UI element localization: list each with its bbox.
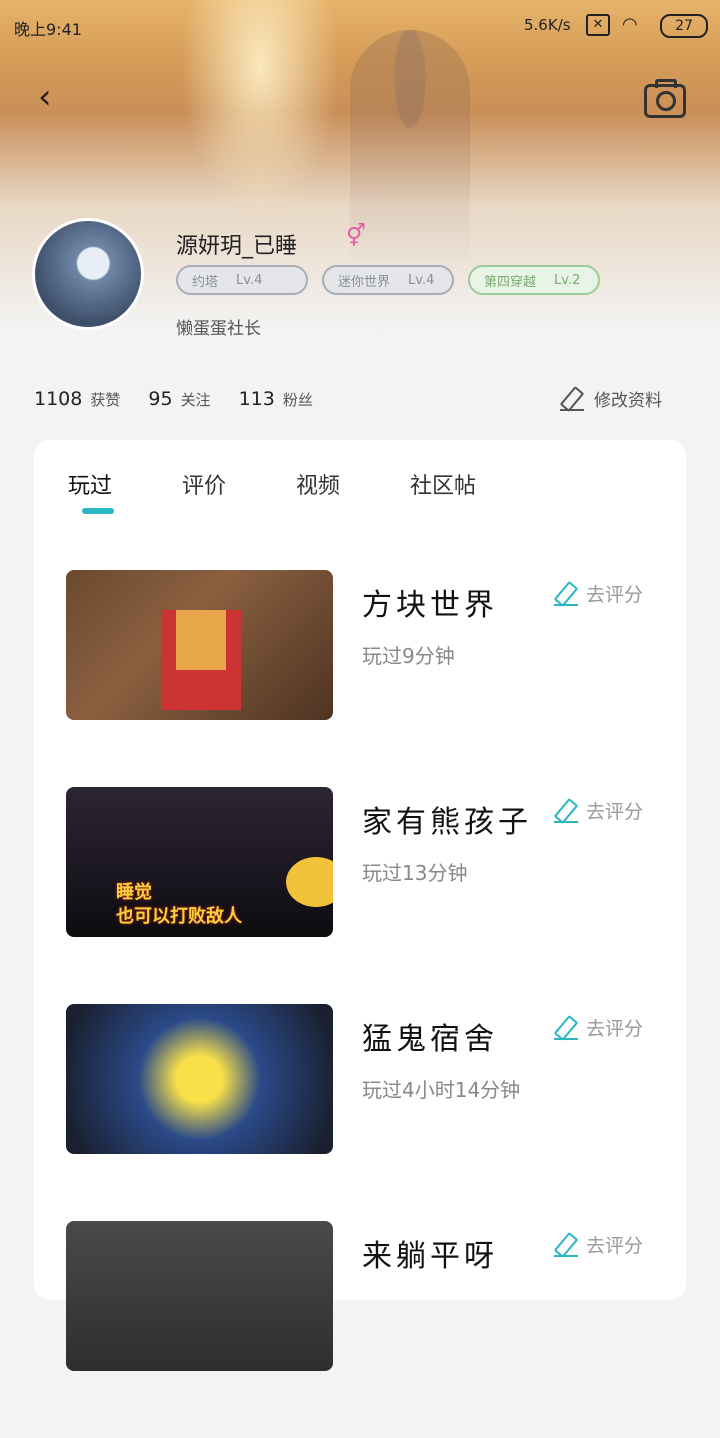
- game-thumbnail[interactable]: 睡觉 也可以打败敌人: [66, 787, 333, 937]
- game-name: 家有熊孩子: [362, 805, 532, 840]
- game-list: 方块世界 去评分 玩过9分钟 睡觉 也可以打败敌人 家有熊孩子 去评分 玩过13…: [66, 570, 666, 1438]
- rate-button[interactable]: 去评分: [554, 1231, 643, 1258]
- pencil-icon: [554, 1233, 578, 1257]
- tab-reviews[interactable]: 评价: [182, 468, 226, 500]
- rate-label: 去评分: [586, 1235, 644, 1257]
- battery-icon: 27: [660, 14, 708, 38]
- list-item[interactable]: 方块世界 去评分 玩过9分钟: [66, 570, 666, 720]
- badge-name: 第四穿越: [484, 274, 537, 290]
- rate-button[interactable]: 去评分: [554, 1014, 643, 1041]
- badge-level: Lv.2: [554, 272, 581, 288]
- badge-level: Lv.4: [408, 272, 435, 288]
- likes-stat[interactable]: 1108 获赞: [34, 388, 120, 410]
- pencil-icon: [554, 582, 578, 606]
- rate-button[interactable]: 去评分: [554, 797, 643, 824]
- sim-off-icon: ✕: [586, 14, 610, 36]
- game-name: 来躺平呀: [362, 1239, 498, 1274]
- fans-label: 粉丝: [282, 391, 313, 409]
- list-item[interactable]: 猛鬼宿舍 去评分 玩过4小时14分钟: [66, 1004, 666, 1154]
- camera-icon[interactable]: [644, 79, 686, 118]
- game-name: 猛鬼宿舍: [362, 1022, 498, 1057]
- edit-profile-label: 修改资料: [594, 391, 662, 411]
- following-label: 关注: [180, 391, 211, 409]
- list-item[interactable]: 来躺平呀 去评分: [66, 1221, 666, 1371]
- tab-played[interactable]: 玩过: [68, 468, 112, 500]
- game-thumbnail[interactable]: [66, 1221, 333, 1371]
- badge-name: 约塔: [192, 274, 219, 290]
- content-card: 玩过 评价 视频 社区帖 方块世界 去评分 玩过9分钟 睡觉 也可以打败敌人 家…: [34, 440, 686, 1371]
- badge-name: 迷你世界: [338, 274, 391, 290]
- network-speed: 5.6K/s: [524, 16, 571, 34]
- game-name: 方块世界: [362, 588, 498, 623]
- badge-item[interactable]: 约塔 Lv.4: [176, 265, 308, 295]
- pencil-icon: [554, 1016, 578, 1040]
- banner-figure-image: [350, 30, 470, 270]
- likes-label: 获赞: [90, 391, 121, 409]
- back-icon[interactable]: ‹: [38, 80, 68, 114]
- edit-profile-button[interactable]: 修改资料: [560, 386, 662, 411]
- user-title: 懒蛋蛋社长: [176, 319, 261, 339]
- stats-row: 1108 获赞 95 关注 113 粉丝: [34, 388, 313, 410]
- status-bar: 晚上9:41 5.6K/s ✕ ◠ 27: [0, 0, 720, 50]
- following-stat[interactable]: 95 关注: [148, 388, 210, 410]
- badge-list: 约塔 Lv.4 迷你世界 Lv.4 第四穿越 Lv.2: [176, 265, 600, 295]
- likes-value: 1108: [34, 388, 83, 410]
- badge-item[interactable]: 第四穿越 Lv.2: [468, 265, 600, 295]
- played-duration: 玩过13分钟: [362, 861, 468, 885]
- played-duration: 玩过9分钟: [362, 644, 455, 668]
- badge-item[interactable]: 迷你世界 Lv.4: [322, 265, 454, 295]
- avatar[interactable]: [32, 218, 144, 330]
- list-item[interactable]: 睡觉 也可以打败敌人 家有熊孩子 去评分 玩过13分钟: [66, 787, 666, 937]
- rate-button[interactable]: 去评分: [554, 580, 643, 607]
- rate-label: 去评分: [586, 584, 644, 606]
- rate-label: 去评分: [586, 1018, 644, 1040]
- tab-bar: 玩过 评价 视频 社区帖: [68, 468, 546, 500]
- badge-level: Lv.4: [236, 272, 263, 288]
- following-value: 95: [148, 388, 173, 410]
- game-thumbnail[interactable]: [66, 1004, 333, 1154]
- gender-female-icon: ⚥: [346, 224, 366, 249]
- pencil-icon: [554, 799, 578, 823]
- tab-posts[interactable]: 社区帖: [410, 468, 476, 500]
- pencil-icon: [560, 387, 584, 411]
- game-thumbnail[interactable]: [66, 570, 333, 720]
- username: 源妍玥_已睡: [176, 234, 298, 259]
- fans-value: 113: [238, 388, 275, 410]
- tab-videos[interactable]: 视频: [296, 468, 340, 500]
- tab-indicator: [82, 508, 114, 514]
- rate-label: 去评分: [586, 801, 644, 823]
- status-time: 晚上9:41: [14, 20, 82, 39]
- fans-stat[interactable]: 113 粉丝: [239, 388, 313, 410]
- thumbnail-caption: 睡觉 也可以打败敌人: [116, 882, 242, 927]
- played-duration: 玩过4小时14分钟: [362, 1078, 521, 1102]
- wifi-icon: ◠: [622, 14, 638, 35]
